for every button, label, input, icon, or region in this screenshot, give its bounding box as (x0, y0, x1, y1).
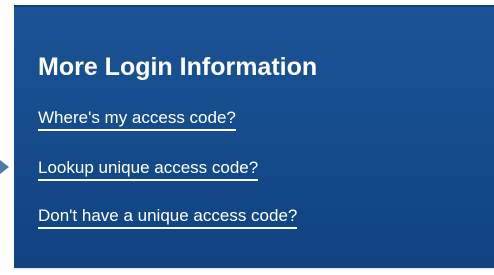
panel-shadow (14, 266, 494, 270)
panel-title: More Login Information (38, 53, 318, 81)
no-unique-access-code-link[interactable]: Don't have a unique access code? (38, 206, 298, 229)
page-stage: More Login Information Where's my access… (0, 0, 494, 275)
wheres-my-access-code-link[interactable]: Where's my access code? (38, 108, 236, 131)
caret-right-icon (0, 160, 9, 174)
lookup-unique-access-code-link[interactable]: Lookup unique access code? (38, 158, 259, 181)
